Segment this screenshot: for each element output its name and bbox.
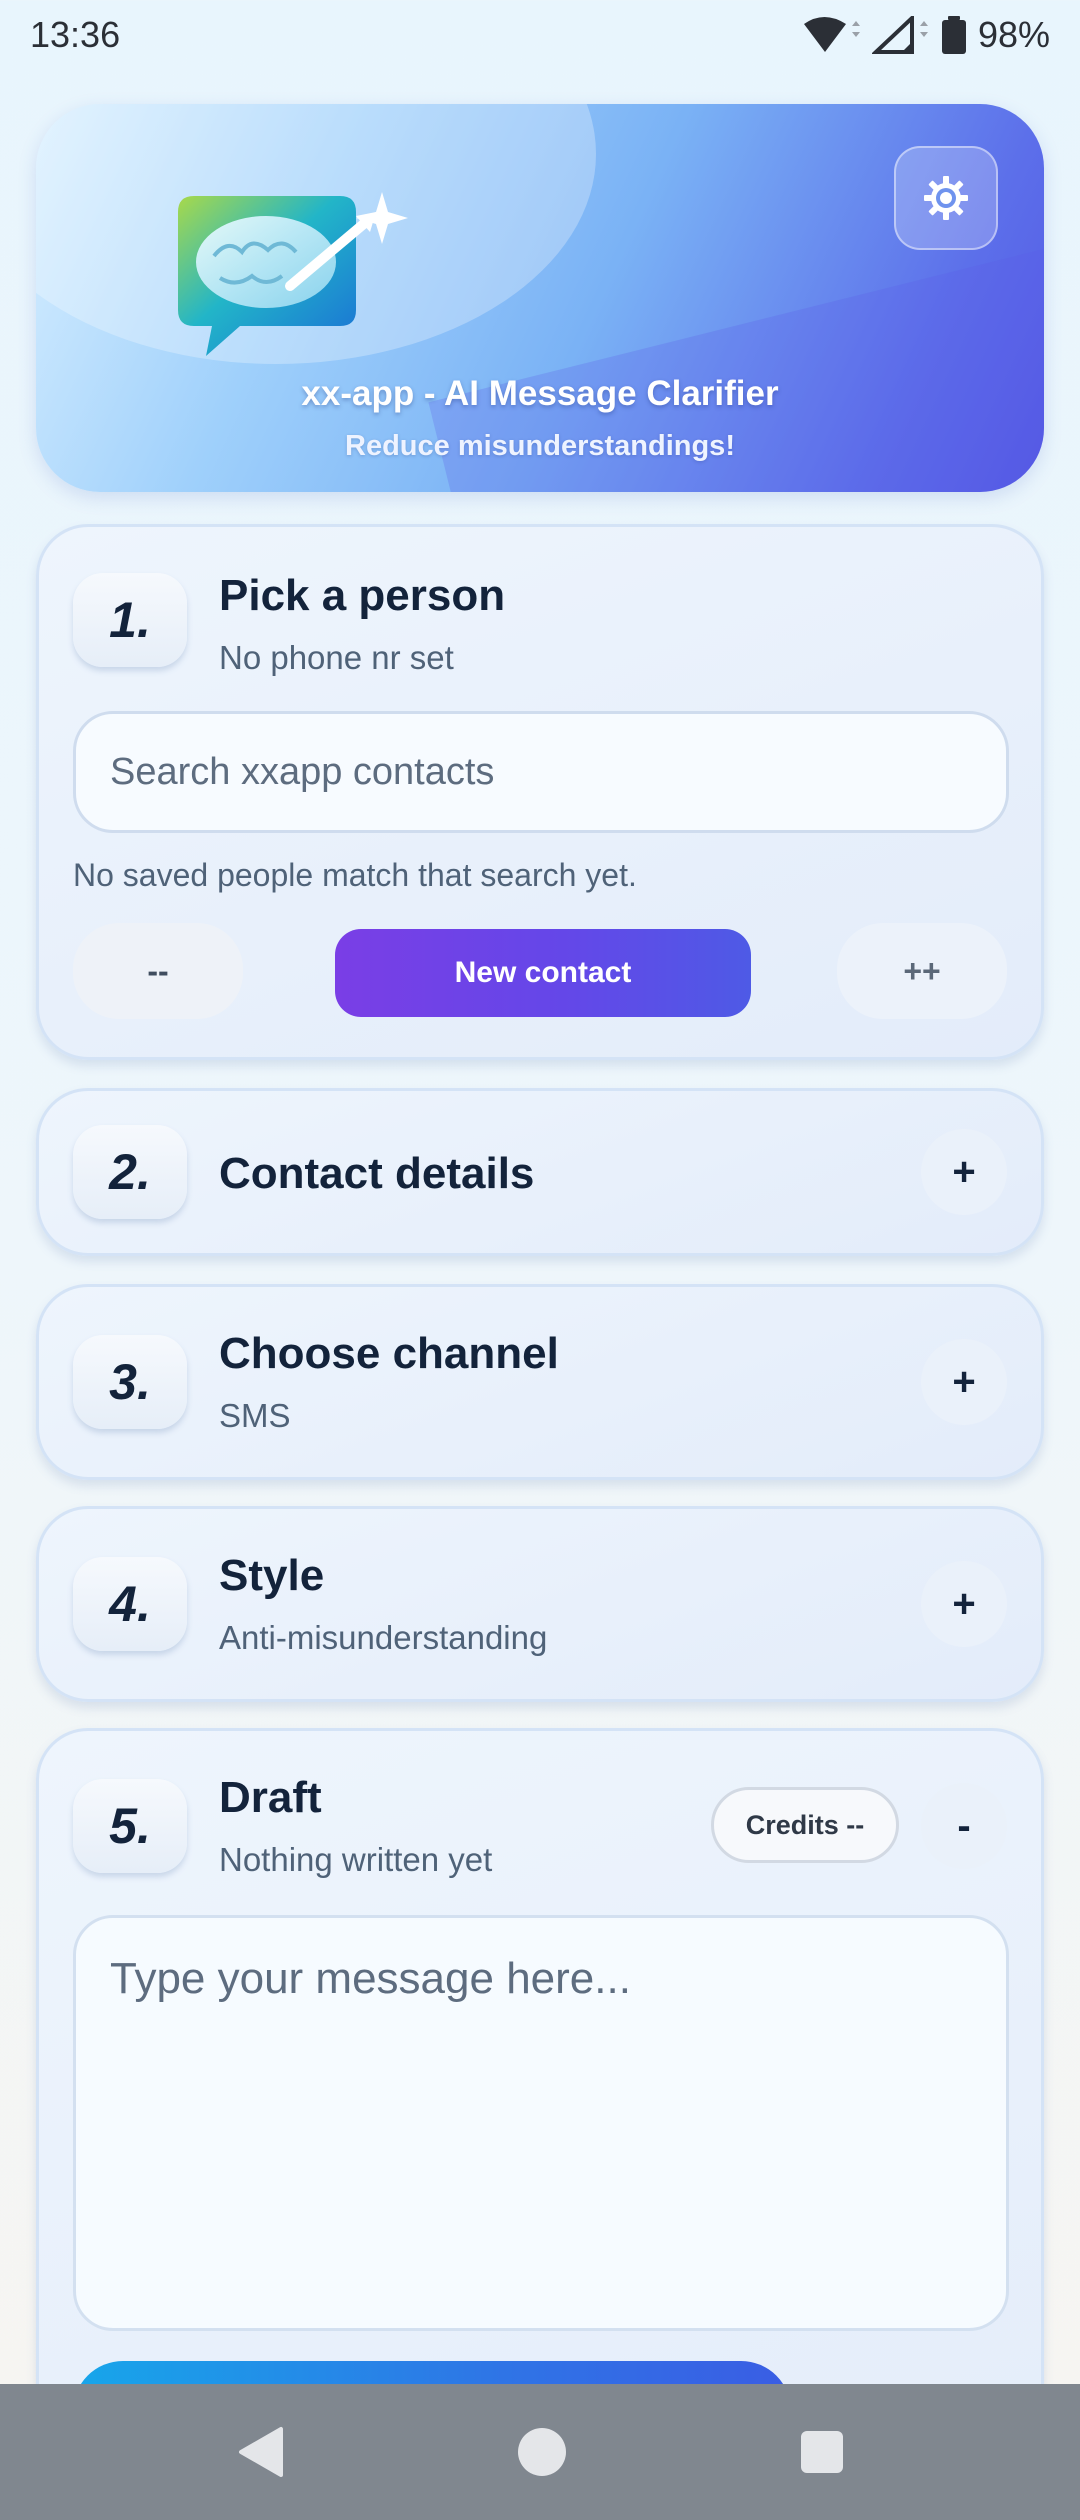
pick-person-title: Pick a person [219,571,506,620]
next-contacts-button[interactable]: ++ [837,923,1007,1019]
step-number-badge: 4. [73,1557,187,1651]
step-number-badge: 5. [73,1779,187,1873]
style-title: Style [219,1551,325,1600]
status-time: 13:36 [30,14,121,55]
contact-details-title: Contact details [219,1149,535,1198]
app-header: xx-app - AI Message Clarifier Reduce mis… [36,104,1044,492]
contact-search-input[interactable]: Search xxapp contacts [73,711,1009,833]
draft-subtitle: Nothing written yet [219,1841,493,1878]
battery-percent: 98% [977,14,1050,55]
search-empty-note: No saved people match that search yet. [73,857,637,893]
draft-title: Draft [219,1773,322,1822]
app-subtitle: Reduce misunderstandings! [345,430,735,462]
step-number-badge: 2. [73,1125,187,1219]
expand-button[interactable]: + [921,1129,1007,1215]
status-bar: 13:36 98% [0,0,1080,70]
wifi-icon [803,17,860,52]
collapse-button[interactable]: - [921,1783,1007,1869]
expand-button[interactable]: + [921,1339,1007,1425]
pick-person-subtitle: No phone nr set [219,639,454,676]
step-number-badge: 3. [73,1335,187,1429]
choose-channel-title: Choose channel [219,1329,559,1378]
new-contact-button[interactable]: New contact [335,929,751,1017]
choose-channel-subtitle: SMS [219,1397,291,1434]
expand-button[interactable]: + [921,1561,1007,1647]
signal-icon [871,16,928,54]
style-subtitle: Anti-misunderstanding [219,1619,548,1656]
settings-button[interactable] [894,146,998,250]
credits-badge[interactable]: Credits -- [711,1787,899,1863]
message-textarea[interactable]: Type your message here... [73,1915,1009,2331]
style-card[interactable]: 4. Style Anti-misunderstanding + [36,1506,1044,1702]
battery-icon [941,16,966,54]
pick-person-card: 1. Pick a person No phone nr set Search … [36,524,1044,1060]
previous-contacts-button[interactable]: -- [73,923,243,1019]
home-icon[interactable] [516,2426,568,2478]
choose-channel-card[interactable]: 3. Choose channel SMS + [36,1284,1044,1480]
recents-icon[interactable] [799,2429,845,2475]
app-title: xx-app - AI Message Clarifier [301,374,779,413]
back-icon[interactable] [235,2425,285,2479]
system-nav-bar [0,2384,1080,2520]
step-number-badge: 1. [73,573,187,667]
contact-details-card[interactable]: 2. Contact details + [36,1088,1044,1256]
gear-icon [924,176,968,220]
brain-chat-logo-icon [178,192,408,356]
status-icons: 98% [802,14,1050,56]
